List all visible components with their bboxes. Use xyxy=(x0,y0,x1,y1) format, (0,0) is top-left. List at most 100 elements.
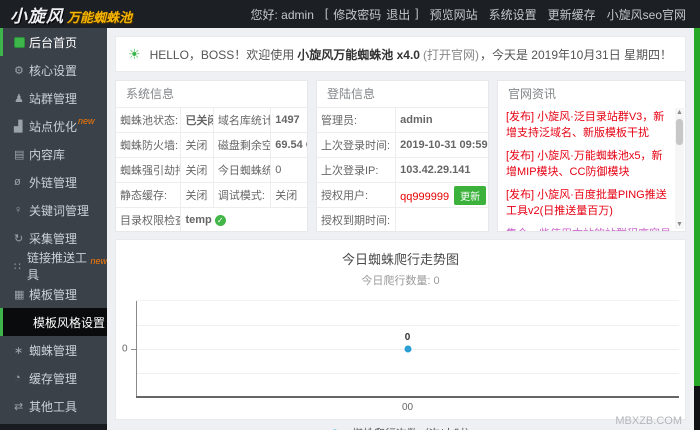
topbar-nav: 您好: admin [ 修改密码 退出 ] 预览网站 系统设置 更新缓存 小旋风… xyxy=(251,6,686,23)
sidebar: 后台首页 ⚙ 核心设置 ♟ 站群管理 ▟ 站点优化 new ▤ 内容库 ø 外链… xyxy=(0,28,107,430)
logo-text-secondary: 万能蜘蛛池 xyxy=(67,9,133,25)
refresh-cache-link[interactable]: 更新缓存 xyxy=(548,6,596,23)
auth-expiry xyxy=(395,207,488,231)
news-list: [发布] 小旋风·泛目录站群V3，新增支持泛域名、新版模板干扰 [发布] 小旋风… xyxy=(498,107,685,231)
sidebar-item-label: 站点优化 xyxy=(29,119,78,134)
label: 今日蜘蛛统计: xyxy=(212,157,271,183)
sidebar-item-core-settings[interactable]: ⚙ 核心设置 xyxy=(0,56,107,84)
sidebar-item-label: 模板管理 xyxy=(29,287,78,302)
sidebar-item-spider-manage[interactable]: ∗ 蜘蛛管理 xyxy=(0,336,107,364)
sidebar-item-template-manage[interactable]: ▦ 模板管理 xyxy=(0,280,107,308)
chart-title: 今日蜘蛛爬行走势图 xyxy=(341,252,459,267)
account-links: [ 修改密码 退出 ] xyxy=(325,6,419,23)
open-official-site-link[interactable]: (打开官网) xyxy=(423,46,479,63)
data-point-label: 0 xyxy=(404,332,411,343)
official-site-link[interactable]: 小旋风seo官网 xyxy=(607,6,686,23)
scroll-down-icon[interactable]: ▼ xyxy=(676,220,683,229)
label: 管理员: xyxy=(317,107,396,133)
gear-icon: ⚙ xyxy=(14,64,24,77)
table-row: 目录权限检查: temp✓ xyxy=(116,207,307,231)
table-row: 管理员: admin xyxy=(317,107,488,133)
panel-title: 系统信息 xyxy=(126,87,175,101)
new-badge: new xyxy=(78,116,95,126)
table-row: 上次登录时间: 2019-10-31 09:59 xyxy=(317,132,488,158)
label: 授权用户: xyxy=(317,182,396,208)
bracket-close: ] xyxy=(415,5,419,20)
sidebar-item-cache-manage[interactable]: ◔ 缓存管理 xyxy=(0,364,107,392)
system-info-panel: 系统信息 蜘蛛池状态: 已关闭 域名库统计: 1497 蜘蛛防火墙: 关闭 磁盘… xyxy=(115,80,308,232)
sidebar-item-dashboard[interactable]: 后台首页 xyxy=(0,28,107,56)
clock-icon: ◔ xyxy=(14,372,21,384)
main-content: ☀ HELLO，BOSS！欢迎使用 小旋风万能蜘蛛池 x4.0 (打开官网) ，… xyxy=(107,28,694,430)
spider-trend-chart: 今日蜘蛛爬行走势图 今日爬行数量: 0 0 0 00 蜘蛛爬行次数（次/小时） xyxy=(115,239,686,430)
sidebar-item-label: 内容库 xyxy=(29,147,66,162)
sidebar-item-site-group[interactable]: ♟ 站群管理 xyxy=(0,84,107,112)
spider-pool-status: 已关闭 xyxy=(180,107,214,133)
label: 蜘蛛强引劫持: xyxy=(116,157,181,183)
sidebar-item-site-optimize[interactable]: ▟ 站点优化 new xyxy=(0,112,107,140)
label: 磁盘剩余空间: xyxy=(212,132,271,158)
scroll-up-icon[interactable]: ▲ xyxy=(676,108,683,117)
sidebar-item-label: 采集管理 xyxy=(29,231,78,246)
label: 蜘蛛防火墙: xyxy=(116,132,181,158)
sidebar-item-external-links[interactable]: ø 外链管理 xyxy=(0,168,107,196)
grid-icon: ∷ xyxy=(14,260,21,273)
system-settings-link[interactable]: 系统设置 xyxy=(489,6,537,23)
app-name-text: 小旋风万能蜘蛛池 x4.0 xyxy=(297,47,420,62)
page-scrollbar-track[interactable] xyxy=(694,28,700,430)
sidebar-item-label: 其他工具 xyxy=(29,399,78,414)
hijack-status: 关闭 xyxy=(180,157,214,183)
x-axis-line xyxy=(136,396,679,398)
table-row: 蜘蛛池状态: 已关闭 域名库统计: 1497 xyxy=(116,107,307,133)
gridline xyxy=(136,373,679,374)
spider-icon: ∗ xyxy=(14,344,24,357)
table-row: 上次登录IP: 103.42.29.141 xyxy=(317,157,488,183)
sidebar-item-label: 核心设置 xyxy=(29,63,78,78)
x-axis-tick-label: 00 xyxy=(401,402,414,413)
greeting-text: 您好: admin xyxy=(250,7,314,22)
sidebar-subitem-template-style[interactable]: 模板风格设置 xyxy=(0,308,107,336)
sidebar-item-label: 关键词管理 xyxy=(29,203,90,218)
domain-count: 1497 xyxy=(270,107,307,133)
preview-site-link[interactable]: 预览网站 xyxy=(430,6,478,23)
news-scroll-thumb[interactable] xyxy=(676,119,683,145)
chart-icon: ▟ xyxy=(14,120,23,133)
news-item[interactable]: [发布] 小旋风·泛目录站群V3，新增支持泛域名、新版模板干扰 xyxy=(506,110,671,142)
page-scrollbar-thumb[interactable] xyxy=(694,28,700,386)
news-item[interactable]: [发布] 小旋风·万能蜘蛛池x5，新增MIP模块、CC防御模块 xyxy=(506,149,671,181)
change-password-link[interactable]: 修改密码 xyxy=(333,6,381,23)
legend-label: 蜘蛛爬行次数（次/小时） xyxy=(352,425,476,430)
refresh-icon: ↻ xyxy=(14,232,24,245)
link-icon: ø xyxy=(14,176,21,188)
dir-permission-check: temp ✓ xyxy=(180,207,307,231)
welcome-suffix: ，今天是 2019年10月31日 星期四！ xyxy=(479,47,673,62)
sidebar-item-label: 缓存管理 xyxy=(29,371,78,386)
label: 上次登录时间: xyxy=(317,132,396,158)
authorized-user: qq999999 xyxy=(400,190,450,203)
sidebar-item-label: 蜘蛛管理 xyxy=(29,343,78,358)
sidebar-item-other-tools[interactable]: ⇄ 其他工具 xyxy=(0,392,107,420)
chart-legend[interactable]: 蜘蛛爬行次数（次/小时） xyxy=(116,425,685,430)
sidebar-item-link-push-tool[interactable]: ∷ 链接推送工具 new xyxy=(0,251,107,282)
table-row: 蜘蛛强引劫持: 关闭 今日蜘蛛统计: 0 xyxy=(116,157,307,183)
news-scroll-track[interactable] xyxy=(675,117,684,220)
sidebar-item-label: 模板风格设置 xyxy=(33,315,106,330)
gridline xyxy=(136,325,679,326)
check-icon: ✓ xyxy=(214,214,226,226)
sidebar-item-label: 站群管理 xyxy=(29,91,78,106)
sidebar-item-keywords[interactable]: ♀ 关键词管理 xyxy=(0,196,107,224)
update-button[interactable]: 更新 xyxy=(454,185,487,205)
table-row: 授权到期时间: xyxy=(317,207,488,231)
welcome-bar: ☀ HELLO，BOSS！欢迎使用 小旋风万能蜘蛛池 x4.0 (打开官网) ，… xyxy=(115,36,686,72)
sidebar-item-collection[interactable]: ↻ 采集管理 xyxy=(0,224,107,252)
info-panels: 系统信息 蜘蛛池状态: 已关闭 域名库统计: 1497 蜘蛛防火墙: 关闭 磁盘… xyxy=(115,80,686,232)
key-icon: ♀ xyxy=(14,204,23,216)
label: 上次登录IP: xyxy=(317,157,396,183)
news-item[interactable]: [发布] 小旋风·百度批量PING推送工具v2(日推送量百万) xyxy=(506,188,671,220)
table-row: 蜘蛛防火墙: 关闭 磁盘剩余空间: 69.54 GB xyxy=(116,132,307,158)
new-badge: new xyxy=(90,256,107,266)
sidebar-item-content-library[interactable]: ▤ 内容库 xyxy=(0,140,107,168)
news-item[interactable]: 集合一些使用本站的站群程序容易出现的问题和解决方法 xyxy=(506,227,671,231)
logout-link[interactable]: 退出 xyxy=(386,6,410,23)
news-scrollbar: ▲ ▼ xyxy=(675,108,684,229)
